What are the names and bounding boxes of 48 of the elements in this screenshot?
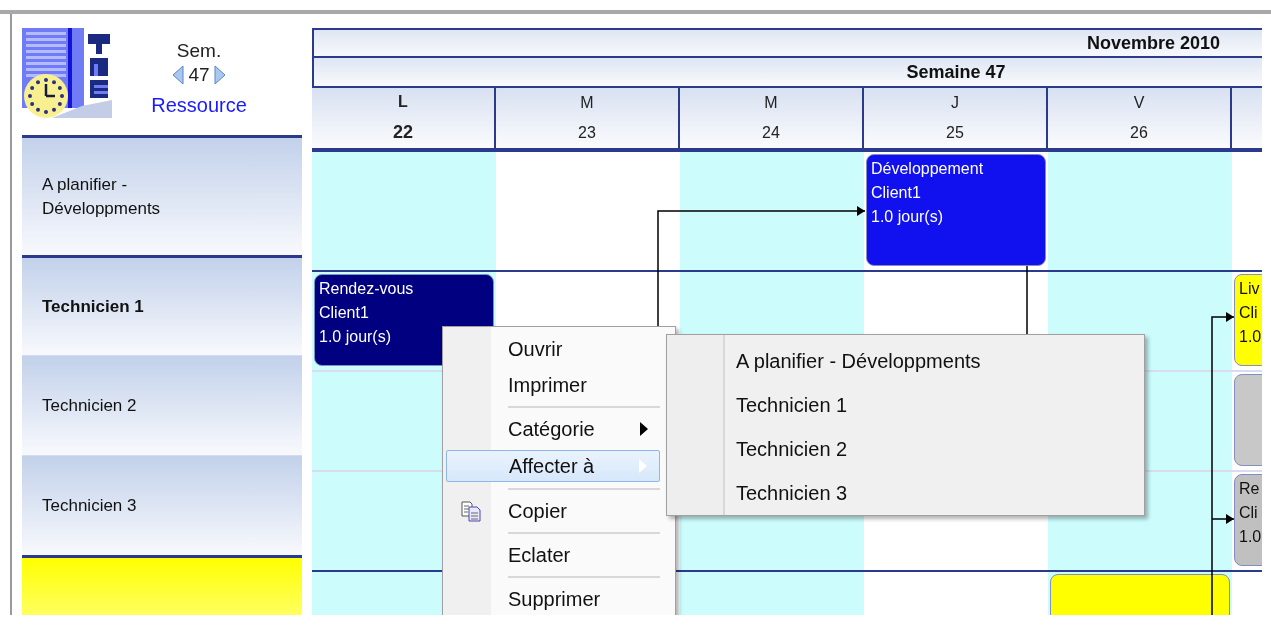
resource-label: Technicien 3 [42, 494, 137, 517]
submenu-arrow-icon [640, 422, 648, 436]
day-letter: V [1133, 94, 1145, 112]
menu-item[interactable]: Catégorie [446, 411, 660, 447]
day-date: 26 [1130, 124, 1148, 142]
menu-item[interactable]: Affecter à [446, 450, 660, 482]
day-header[interactable]: J 25 [864, 88, 1048, 148]
resource-header[interactable]: Technicien 3 [22, 455, 302, 555]
menu-item[interactable]: Technicien 3 [670, 471, 1141, 515]
submenu-arrow-icon [639, 459, 647, 473]
day-letter: L [398, 93, 408, 112]
month-title: Novembre 2010 [1086, 32, 1220, 54]
menu-item[interactable]: Eclater [446, 537, 660, 573]
resource-header[interactable]: Technicien 1 [22, 255, 302, 355]
resource-link[interactable]: Ressource [151, 94, 247, 117]
event-card[interactable] [1050, 574, 1230, 615]
day-letter: M [580, 94, 594, 112]
day-header[interactable]: V 26 [1048, 88, 1232, 148]
menu-item[interactable]: Imprimer [446, 367, 660, 403]
menu-item[interactable]: Technicien 1 [670, 383, 1141, 427]
day-date: 24 [762, 124, 780, 142]
menu-item[interactable]: Supprimer [446, 581, 660, 615]
resource-header[interactable] [22, 555, 302, 615]
resource-label: Technicien 2 [42, 394, 137, 417]
day-date: 22 [393, 121, 413, 143]
day-date: 25 [946, 124, 964, 142]
menu-item[interactable]: Copier [446, 493, 660, 529]
resource-header[interactable]: Technicien 2 [22, 355, 302, 455]
event-card[interactable]: Développement Client1 1.0 jour(s) [866, 154, 1046, 266]
day-header[interactable]: M 24 [680, 88, 864, 148]
menu-item[interactable]: A planifier - Développments [670, 339, 1141, 383]
resource-label: A planifier - Développments [42, 173, 162, 220]
menu-item[interactable]: Technicien 2 [670, 427, 1141, 471]
day-header[interactable]: M 23 [496, 88, 680, 148]
next-week-button[interactable] [212, 65, 227, 85]
resource-header[interactable]: A planifier - Développments [22, 135, 302, 255]
day-date: 23 [578, 124, 596, 142]
day-letter: J [951, 94, 959, 112]
previous-week-button[interactable] [171, 65, 186, 85]
day-letter: M [764, 94, 778, 112]
week-number: 47 [188, 64, 210, 86]
event-card[interactable]: Re Cli 1.0 [1234, 474, 1262, 566]
day-header[interactable]: L 22 [312, 88, 496, 148]
week-label: Sem. [176, 40, 222, 62]
week-title: Semaine 47 [906, 61, 1006, 83]
event-card[interactable]: Liv Cli 1.0 [1234, 274, 1262, 366]
copy-icon [460, 500, 482, 522]
resource-label: Technicien 1 [42, 295, 144, 318]
